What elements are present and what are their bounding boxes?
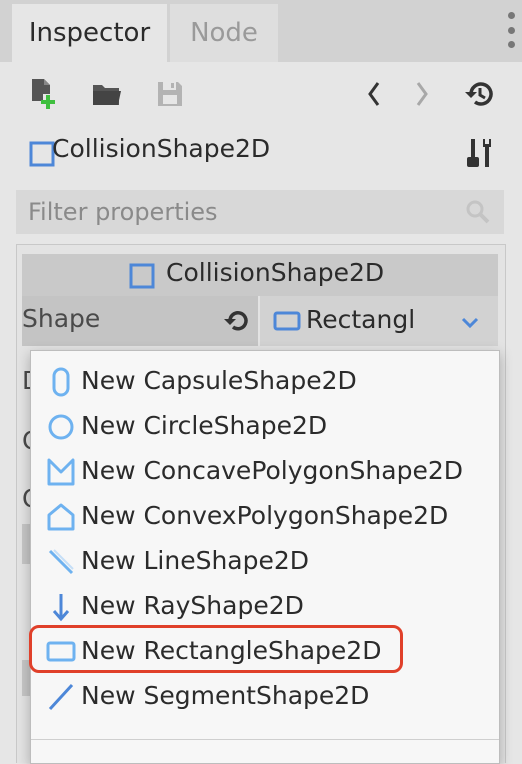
tab-node-label: Node [190, 18, 258, 48]
search-icon [464, 198, 492, 226]
segment-shape-icon [45, 681, 77, 713]
revert-icon[interactable] [222, 306, 252, 336]
shape-property-row: Shape Rectangl [22, 296, 498, 346]
menu-item-label: New LineShape2D [81, 546, 310, 575]
open-folder-icon[interactable] [90, 78, 124, 110]
recent-history-icon[interactable] [462, 78, 496, 110]
section-title: CollisionShape2D [166, 258, 385, 287]
menu-item-new-lineshape2d[interactable]: New LineShape2D [31, 540, 499, 585]
line-shape-icon [45, 546, 77, 578]
object-tools-icon[interactable] [464, 136, 494, 170]
menu-item-new-rayshape2d[interactable]: New RayShape2D [31, 585, 499, 630]
circle-shape-icon [45, 411, 77, 443]
node-name: CollisionShape2D [52, 134, 271, 163]
concave-polygon-shape-icon [45, 456, 77, 488]
filter-placeholder: Filter properties [28, 198, 218, 226]
dock-menu-icon[interactable] [506, 12, 516, 48]
menu-item-new-convexpolygonshape2d[interactable]: New ConvexPolygonShape2D [31, 495, 499, 540]
capsule-shape-icon [45, 366, 77, 398]
shape-value-text: Rectangl [306, 305, 416, 334]
convex-polygon-shape-icon [45, 501, 77, 533]
menu-item-new-segmentshape2d[interactable]: New SegmentShape2D [31, 675, 499, 720]
dock-tab-bar: Inspector Node [0, 0, 522, 62]
menu-item-new-capsuleshape2d[interactable]: New CapsuleShape2D [31, 360, 499, 405]
tab-inspector[interactable]: Inspector [12, 4, 167, 62]
menu-separator [31, 739, 499, 740]
rectangle-shape-value-icon [272, 310, 302, 332]
selection-highlight [29, 625, 403, 673]
tab-node[interactable]: Node [170, 4, 278, 62]
menu-item-label: New CircleShape2D [81, 411, 328, 440]
tab-inspector-label: Inspector [28, 18, 151, 48]
history-forward-icon[interactable] [410, 78, 434, 110]
menu-item-label: New CapsuleShape2D [81, 366, 357, 395]
menu-item-new-circleshape2d[interactable]: New CircleShape2D [31, 405, 499, 450]
shape-property-name: Shape [22, 296, 258, 346]
menu-item-new-concavepolygonshape2d[interactable]: New ConcavePolygonShape2D [31, 450, 499, 495]
menu-item-label: New SegmentShape2D [81, 681, 370, 710]
shape-resource-picker[interactable]: Rectangl [260, 296, 498, 346]
new-shape-menu: New CapsuleShape2D New CircleShape2D New… [30, 350, 500, 764]
section-collision-shape-icon [128, 262, 156, 290]
menu-item-label: New RayShape2D [81, 591, 304, 620]
filter-properties-input[interactable]: Filter properties [16, 190, 504, 234]
save-icon[interactable] [154, 78, 186, 110]
history-back-icon[interactable] [362, 78, 386, 110]
ray-shape-icon [45, 591, 77, 623]
new-resource-icon[interactable] [28, 76, 60, 112]
menu-item-label: New ConvexPolygonShape2D [81, 501, 449, 530]
shape-property-label: Shape [22, 304, 101, 333]
menu-item-label: New ConcavePolygonShape2D [81, 456, 463, 485]
chevron-down-icon[interactable] [458, 310, 482, 334]
